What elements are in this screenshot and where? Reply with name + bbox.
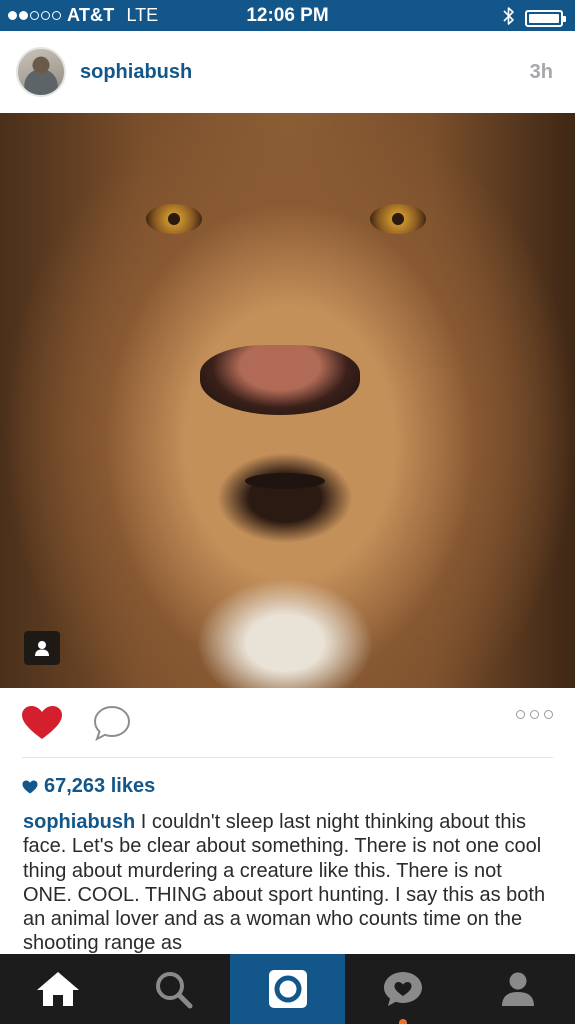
network-type: LTE [126, 5, 159, 25]
post-caption: sophiabush I couldn't sleep last night t… [23, 810, 555, 954]
likes-heart-icon [22, 780, 38, 793]
likes-label: 67,263 likes [44, 775, 156, 797]
caption-username[interactable]: sophiabush [23, 811, 135, 833]
lion-nose [200, 345, 360, 415]
likes-count[interactable]: 67,263 likes [22, 775, 155, 798]
camera-icon [268, 970, 307, 1008]
lion-eye-right [370, 204, 426, 234]
post-username[interactable]: sophiabush [80, 61, 192, 84]
avatar[interactable] [16, 47, 66, 97]
tab-bar [0, 954, 575, 1024]
activity-heart-bubble-icon [383, 972, 422, 1006]
signal-strength-icon [8, 11, 61, 20]
tab-camera[interactable] [230, 954, 345, 1024]
post-actions [0, 688, 575, 758]
like-button[interactable] [20, 703, 64, 743]
divider [22, 757, 553, 758]
carrier-name: AT&T [67, 5, 115, 25]
notification-indicator [399, 1019, 407, 1024]
tab-activity[interactable] [345, 954, 460, 1024]
bluetooth-icon [503, 6, 515, 31]
tab-profile[interactable] [460, 954, 575, 1024]
tab-home[interactable] [0, 954, 115, 1024]
more-icon[interactable] [516, 710, 553, 719]
search-icon [155, 972, 192, 1009]
lion-eye-left [146, 204, 202, 234]
battery-icon [525, 10, 566, 27]
heart-icon [22, 706, 62, 739]
home-icon [36, 972, 79, 1006]
comment-button[interactable] [92, 703, 132, 743]
lion-mouth [245, 473, 325, 489]
post-photo[interactable] [0, 113, 575, 688]
status-bar: AT&T LTE 12:06 PM [0, 0, 575, 31]
profile-icon [501, 972, 534, 1006]
comment-icon [93, 705, 131, 741]
post-header: sophiabush 3h [0, 31, 575, 113]
user-tag-icon[interactable] [24, 631, 60, 665]
tab-search[interactable] [115, 954, 230, 1024]
post-timestamp: 3h [529, 60, 553, 83]
